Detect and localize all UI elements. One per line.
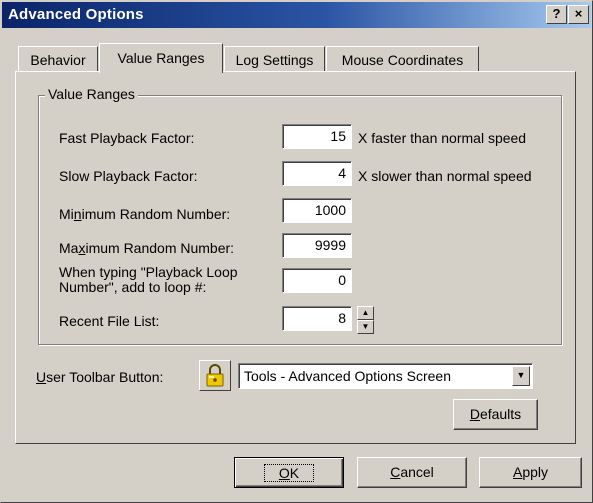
recent-files-spinner[interactable]: ▲ ▼ — [357, 306, 374, 334]
tab-behavior-label: Behavior — [30, 52, 86, 68]
slow-playback-input[interactable]: 4 — [282, 161, 352, 186]
ok-button[interactable]: OK — [234, 457, 344, 488]
window-title: Advanced Options — [8, 6, 144, 23]
title-bar[interactable]: Advanced Options ? × — [2, 2, 591, 28]
min-random-input[interactable]: 1000 — [282, 198, 352, 223]
max-random-label: Maximum Random Number: — [59, 240, 235, 256]
groupbox-title: Value Ranges — [45, 86, 138, 102]
tab-log-settings-label: Log Settings — [235, 52, 314, 68]
toolbar-action-value: Tools - Advanced Options Screen — [244, 368, 452, 384]
tab-mouse-coordinates[interactable]: Mouse Coordinates — [326, 46, 479, 72]
toolbar-action-select[interactable]: Tools - Advanced Options Screen ▼ — [238, 363, 533, 389]
slow-playback-label: Slow Playback Factor: — [59, 168, 198, 184]
recent-files-input[interactable]: 8 — [282, 306, 352, 331]
defaults-button[interactable]: Defaults — [453, 399, 538, 430]
spin-down-icon[interactable]: ▼ — [357, 320, 374, 334]
cancel-button[interactable]: Cancel — [357, 457, 467, 488]
tab-mouse-coordinates-label: Mouse Coordinates — [341, 52, 464, 68]
tab-log-settings[interactable]: Log Settings — [224, 46, 325, 72]
recent-files-label: Recent File List: — [59, 313, 160, 329]
focus-indicator: OK — [263, 464, 315, 482]
tab-behavior[interactable]: Behavior — [18, 46, 98, 72]
tab-value-ranges-label: Value Ranges — [117, 50, 205, 66]
toolbar-icon-button[interactable] — [199, 360, 231, 391]
loop-number-label: When typing "Playback Loop Number", add … — [59, 264, 238, 295]
lock-icon — [206, 364, 224, 387]
min-random-label: Minimum Random Number: — [59, 206, 231, 222]
fast-playback-suffix: X faster than normal speed — [358, 130, 527, 146]
help-button[interactable]: ? — [546, 5, 567, 24]
loop-number-input[interactable]: 0 — [282, 268, 352, 293]
fast-playback-input[interactable]: 15 — [282, 124, 352, 149]
max-random-input[interactable]: 9999 — [282, 233, 352, 258]
fast-playback-label: Fast Playback Factor: — [59, 130, 195, 146]
spin-up-icon[interactable]: ▲ — [357, 306, 374, 320]
slow-playback-suffix: X slower than normal speed — [358, 168, 532, 184]
close-button[interactable]: × — [568, 5, 589, 24]
chevron-down-icon[interactable]: ▼ — [512, 366, 530, 386]
advanced-options-dialog: Advanced Options ? × Behavior Value Rang… — [0, 0, 593, 503]
apply-button[interactable]: Apply — [479, 457, 582, 488]
user-toolbar-label: User Toolbar Button: — [36, 369, 164, 385]
tab-value-ranges[interactable]: Value Ranges — [99, 43, 223, 73]
